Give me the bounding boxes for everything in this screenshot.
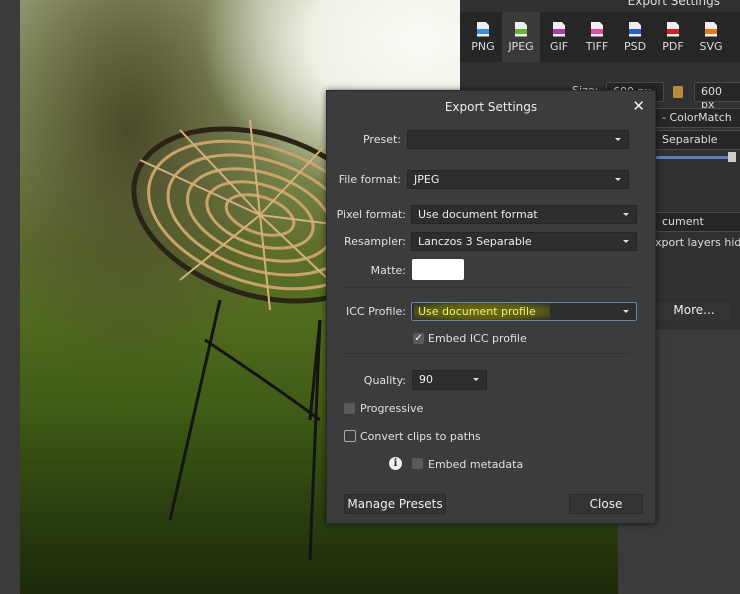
file-svg-icon [705, 21, 717, 37]
format-label: TIFF [585, 39, 609, 53]
file-jpeg-icon [515, 21, 527, 37]
chevron-down-icon [623, 240, 629, 243]
progressive-checkbox[interactable] [344, 403, 355, 414]
resampler-label: Resampler: [344, 235, 406, 248]
pixel-format-value: Use document format [418, 208, 538, 221]
format-label: GIF [549, 39, 569, 53]
icc-profile-select[interactable]: Use document profile [411, 302, 637, 321]
format-bar: PNG JPEG GIF TIFF PSD PDF SVG [460, 12, 740, 62]
chevron-down-icon [623, 213, 629, 216]
file-format-value: JPEG [414, 173, 440, 186]
format-tab-tiff[interactable]: TIFF [578, 12, 616, 62]
quality-slider[interactable] [655, 156, 735, 159]
export-settings-dialog: Export Settings ✕ Preset: File format: J… [326, 90, 656, 524]
divider [341, 353, 631, 354]
quality-select[interactable]: 90 [412, 370, 487, 390]
file-gif-icon [553, 21, 565, 37]
progressive-label: Progressive [360, 402, 424, 415]
resampler-select[interactable]: Lanczos 3 Separable [411, 232, 637, 251]
file-png-icon [477, 21, 489, 37]
format-label: SVG [699, 39, 723, 53]
quality-label: Quality: [363, 374, 406, 387]
close-button[interactable]: Close [569, 494, 643, 514]
format-tab-gif[interactable]: GIF [540, 12, 578, 62]
quality-slider-thumb[interactable] [728, 152, 736, 162]
dialog-title: Export Settings [444, 100, 538, 114]
icc-profile-value: Use document profile [414, 303, 550, 320]
area-select[interactable]: cument [655, 212, 740, 232]
lock-icon[interactable] [673, 86, 683, 98]
embed-metadata-label: Embed metadata [428, 458, 524, 471]
format-label: PDF [662, 39, 684, 53]
file-pdf-icon [667, 21, 679, 37]
format-tab-jpeg[interactable]: JPEG [502, 12, 540, 62]
chevron-down-icon [615, 138, 621, 141]
chevron-down-icon [615, 178, 621, 181]
matte-label: Matte: [370, 264, 406, 277]
format-tab-png[interactable]: PNG [464, 12, 502, 62]
export-hidden-layers-label: xport layers hidde [655, 236, 740, 249]
profile-select[interactable]: - ColorMatch [655, 108, 740, 128]
format-tab-svg[interactable]: SVG [692, 12, 730, 62]
quality-value: 90 [419, 373, 433, 386]
preset-label: Preset: [362, 133, 401, 146]
close-icon[interactable]: ✕ [632, 97, 645, 115]
chevron-down-icon [623, 310, 629, 313]
convert-clips-label: Convert clips to paths [360, 430, 481, 443]
icc-profile-label: ICC Profile: [345, 305, 406, 318]
pixel-format-select[interactable]: Use document format [411, 205, 637, 224]
divider [341, 287, 631, 288]
format-label: JPEG [508, 39, 534, 53]
pixel-format-label: Pixel format: [336, 208, 406, 221]
convert-clips-checkbox[interactable] [344, 430, 356, 442]
format-label: PNG [471, 39, 495, 53]
info-icon[interactable]: i [389, 457, 402, 470]
file-format-select[interactable]: JPEG [407, 170, 629, 189]
file-format-label: File format: [338, 173, 401, 186]
file-psd-icon [629, 21, 641, 37]
chevron-down-icon [473, 378, 479, 381]
height-input[interactable]: 600 px [694, 82, 740, 111]
file-tiff-icon [591, 21, 603, 37]
more-button[interactable]: More... [655, 300, 733, 322]
embed-icc-checkbox[interactable]: ✓ [413, 333, 424, 344]
format-label: PSD [623, 39, 647, 53]
manage-presets-button[interactable]: Manage Presets [344, 494, 446, 514]
matte-color-swatch[interactable] [412, 259, 464, 280]
preset-select[interactable] [407, 130, 629, 149]
resampler-value: Lanczos 3 Separable [418, 235, 532, 248]
format-tab-pdf[interactable]: PDF [654, 12, 692, 62]
embed-metadata-checkbox[interactable] [412, 458, 423, 469]
format-tab-psd[interactable]: PSD [616, 12, 654, 62]
embed-icc-label: Embed ICC profile [428, 332, 527, 345]
panel-title: Export Settings [627, 0, 720, 8]
resampler-select[interactable]: Separable [655, 130, 740, 150]
